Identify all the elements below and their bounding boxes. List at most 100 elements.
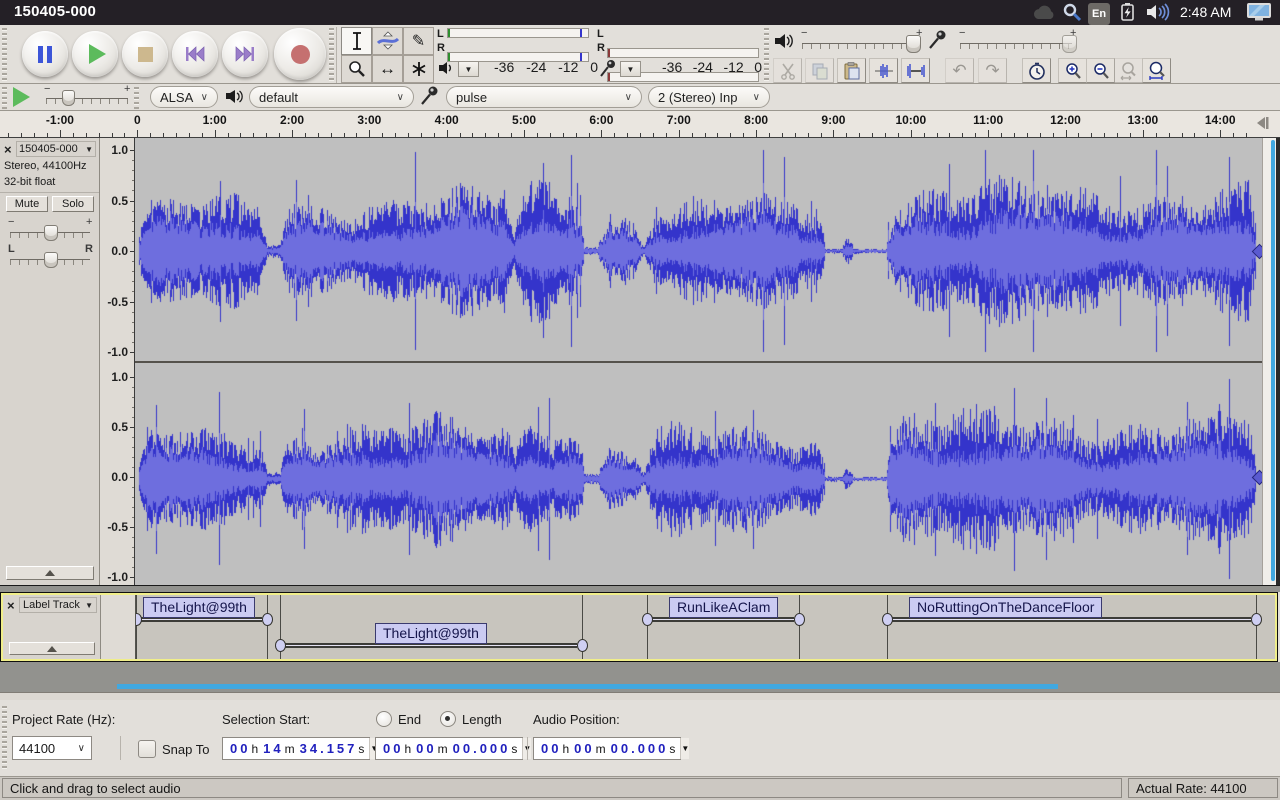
selection-toolbar-grip[interactable] (2, 706, 7, 770)
label-text[interactable]: TheLight@99th (375, 623, 487, 644)
end-radio[interactable] (376, 711, 392, 727)
cut-button[interactable] (773, 58, 802, 83)
label-text[interactable]: TheLight@99th (143, 597, 255, 618)
time-field-dropdown-arrow[interactable]: ▼ (680, 738, 689, 759)
collapse-label-track-button[interactable] (9, 642, 95, 655)
draw-tool-button[interactable]: ✎ (403, 27, 434, 55)
audio-host-dropdown[interactable]: ALSA∨ (150, 86, 218, 108)
timeline-major-tick (679, 130, 680, 137)
label-text[interactable]: RunLikeAClam (669, 597, 778, 618)
label-text[interactable]: NoRuttingOnTheDanceFloor (909, 597, 1102, 618)
zoom-in-button[interactable] (1058, 58, 1087, 83)
input-volume-slider[interactable] (960, 43, 1072, 49)
paste-button[interactable] (837, 58, 866, 83)
clock[interactable]: 2:48 AM (1180, 3, 1231, 21)
cloud-icon[interactable] (1032, 3, 1056, 21)
playback-meter-left-bar[interactable] (447, 28, 589, 38)
label-drag-handle[interactable] (136, 613, 142, 626)
redo-button[interactable]: ↷ (978, 58, 1007, 83)
search-key-icon[interactable] (1062, 3, 1082, 21)
label-drag-handle[interactable] (882, 613, 893, 626)
close-label-track-button[interactable]: × (7, 598, 15, 613)
tools-toolbar-grip[interactable] (329, 28, 334, 82)
sync-lock-button[interactable] (1022, 58, 1051, 83)
selection-tool-button[interactable] (341, 27, 372, 55)
play-at-speed-button[interactable] (13, 87, 30, 107)
selection-length-field[interactable]: 00h00m00.000s▼ (375, 737, 523, 760)
track-title-menu[interactable]: 150405-000 ▼ (16, 141, 96, 157)
volume-icon[interactable] (1145, 3, 1171, 21)
length-radio-label: Length (462, 712, 502, 727)
pinned-playhead-icon[interactable] (1255, 115, 1271, 131)
fit-selection-button[interactable] (1114, 58, 1143, 83)
zoom-tool-button[interactable] (341, 55, 372, 83)
mute-button[interactable]: Mute (6, 196, 48, 212)
meter-scale-value: -24 (526, 59, 546, 75)
playback-device-dropdown[interactable]: default∨ (249, 86, 414, 108)
amplitude-label: 0.0 (111, 470, 128, 484)
output-volume-slider[interactable] (802, 43, 918, 49)
record-button[interactable] (274, 28, 326, 80)
transport-toolbar-grip[interactable] (2, 28, 7, 82)
vertical-scrollbar-thumb[interactable] (1271, 140, 1275, 581)
playback-speed-slider[interactable] (46, 98, 128, 104)
audio-position-field[interactable]: 00h00m00.000s▼ (533, 737, 681, 760)
label-drag-handle[interactable] (1251, 613, 1262, 626)
recording-channels-dropdown[interactable]: 2 (Stereo) Inp∨ (648, 86, 770, 108)
time-digits: 34.157 (300, 741, 358, 756)
stop-button[interactable] (122, 31, 168, 77)
silence-audio-button[interactable] (901, 58, 930, 83)
timeline-minor-tick (1091, 133, 1092, 137)
playback-speed-thumb[interactable] (62, 90, 75, 106)
timeline-minor-tick (666, 133, 667, 137)
label-drag-handle[interactable] (262, 613, 273, 626)
waveform-channel-2[interactable] (135, 361, 1262, 585)
timeline-ruler[interactable]: -1:0001:002:003:004:005:006:007:008:009:… (0, 111, 1280, 138)
label-drag-handle[interactable] (275, 639, 286, 652)
vertical-scrollbar[interactable] (1262, 138, 1276, 585)
zoom-out-button[interactable] (1086, 58, 1115, 83)
copy-button[interactable] (805, 58, 834, 83)
fit-project-button[interactable] (1142, 58, 1171, 83)
pan-slider-thumb[interactable] (44, 252, 58, 268)
record-meter-dropdown[interactable]: ▼ (620, 61, 641, 77)
undo-button[interactable]: ↶ (945, 58, 974, 83)
time-shift-tool-button[interactable]: ↔ (372, 55, 403, 83)
pause-button[interactable] (22, 31, 68, 77)
multi-tool-button[interactable] (403, 55, 434, 83)
keyboard-layout-indicator[interactable]: En (1088, 3, 1110, 25)
playback-meter-dropdown[interactable]: ▼ (458, 61, 479, 77)
selection-start-field[interactable]: 00h14m34.157s▼ (222, 737, 370, 760)
play-button[interactable] (72, 31, 118, 77)
transcription-toolbar-grip[interactable] (2, 87, 7, 109)
collapse-track-button[interactable] (6, 566, 94, 580)
solo-button[interactable]: Solo (52, 196, 94, 212)
waveform-area[interactable] (135, 138, 1262, 585)
label-drag-handle[interactable] (794, 613, 805, 626)
skip-to-start-button[interactable] (172, 31, 218, 77)
device-toolbar-grip[interactable] (134, 87, 139, 109)
close-track-button[interactable]: × (4, 142, 12, 157)
skip-to-end-button[interactable] (222, 31, 268, 77)
project-rate-dropdown[interactable]: 44100 ∨ (12, 736, 92, 760)
audio-track[interactable]: × 150405-000 ▼ Stereo, 44100Hz 32-bit fl… (0, 138, 1280, 585)
label-drag-handle[interactable] (577, 639, 588, 652)
trim-audio-button[interactable] (869, 58, 898, 83)
mixer-toolbar-grip[interactable] (764, 28, 769, 82)
record-meter-left-bar[interactable] (607, 48, 759, 58)
waveform-channel-1[interactable] (135, 139, 1262, 360)
display-icon[interactable] (1246, 3, 1272, 21)
label-track[interactable]: × Label Track ▼ TheLight@99thTheLight@99… (0, 592, 1278, 662)
amplitude-tick (130, 427, 134, 428)
label-track-content[interactable]: TheLight@99th TheLight@99th RunLikeAClam No… (136, 595, 1276, 659)
envelope-tool-button[interactable] (372, 27, 403, 55)
label-track-title-menu[interactable]: Label Track ▼ (19, 597, 97, 613)
horizontal-scrollbar-thumb[interactable] (117, 684, 1058, 689)
length-radio[interactable] (440, 711, 456, 727)
battery-icon[interactable] (1117, 3, 1139, 21)
gain-slider-thumb[interactable] (44, 225, 58, 241)
snap-to-checkbox[interactable] (138, 740, 156, 758)
recording-device-dropdown[interactable]: pulse∨ (446, 86, 642, 108)
label-drag-handle[interactable] (642, 613, 653, 626)
time-unit: s (511, 742, 517, 756)
